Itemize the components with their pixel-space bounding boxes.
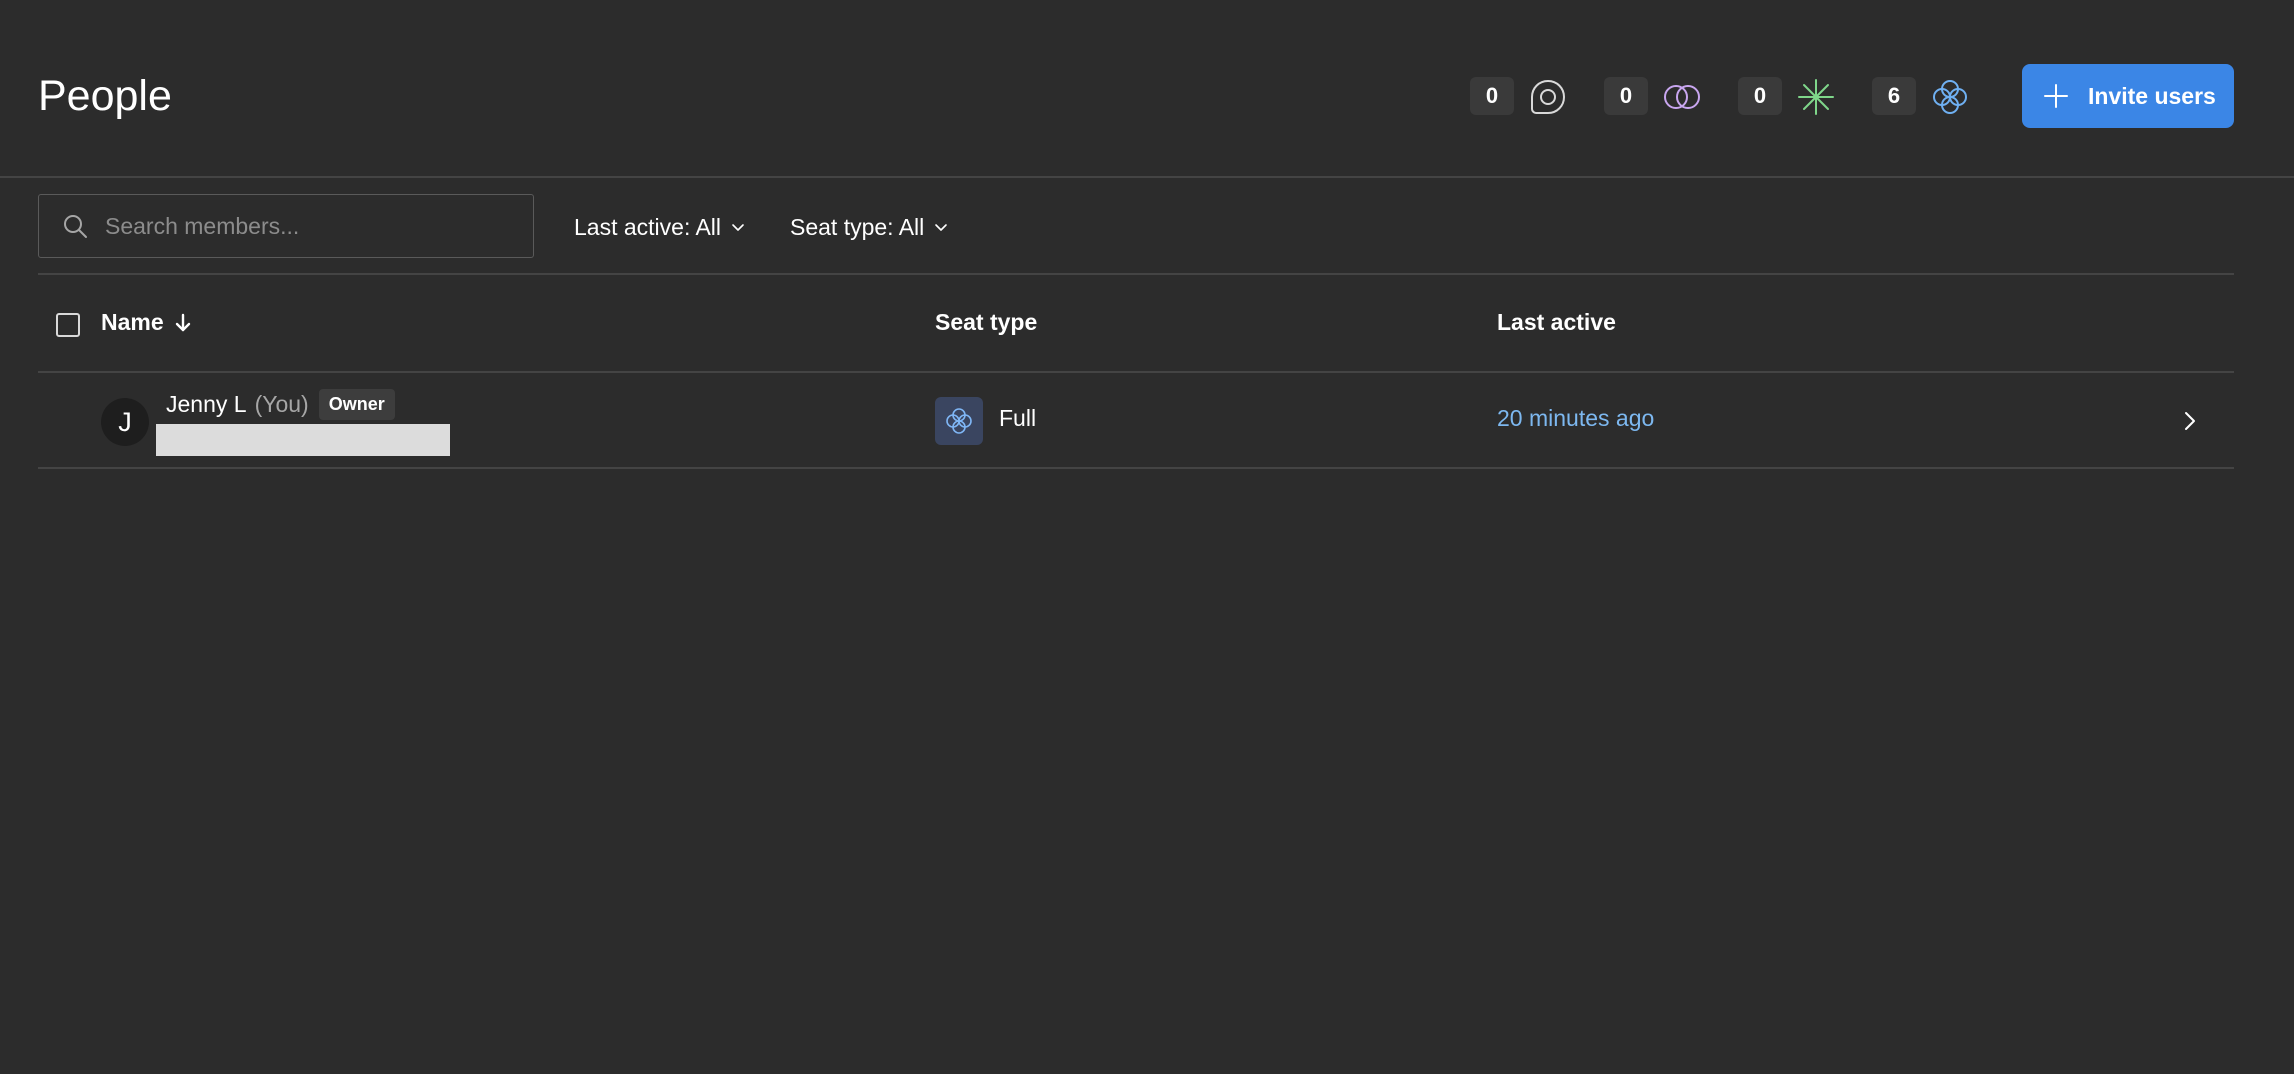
collab-seat-icon xyxy=(1661,76,1703,118)
last-active-column-label: Last active xyxy=(1497,309,1616,335)
collab-seat-count: 0 xyxy=(1604,77,1648,115)
last-active-filter[interactable]: Last active: All xyxy=(574,210,747,244)
dev-mode-seat-count: 0 xyxy=(1470,77,1514,115)
chevron-down-icon xyxy=(935,224,948,231)
seat-type-column-header[interactable]: Seat type xyxy=(935,309,1037,336)
last-active-value: 20 minutes ago xyxy=(1497,405,1655,431)
last-active-column-header[interactable]: Last active xyxy=(1497,309,1616,336)
dev-mode-icon xyxy=(1527,76,1569,118)
page-title: People xyxy=(38,72,172,120)
table-row[interactable]: J Jenny L (You) Owner Full 20 minutes ag… xyxy=(38,373,2234,469)
filter-toolbar: Last active: All Seat type: All xyxy=(38,178,2234,275)
full-seat-icon xyxy=(935,397,983,445)
avatar: J xyxy=(101,398,149,446)
invite-users-button[interactable]: Invite users xyxy=(2022,64,2234,128)
full-seat-count: 6 xyxy=(1872,77,1916,115)
page-header: People 0 0 0 6 Invite users xyxy=(0,0,2294,178)
full-seat-icon xyxy=(1929,76,1971,118)
name-column-header[interactable]: Name xyxy=(101,309,194,336)
table-header: Name Seat type Last active xyxy=(38,275,2234,373)
member-name: Jenny L xyxy=(166,390,247,417)
plus-icon xyxy=(2044,84,2068,108)
seat-type-filter[interactable]: Seat type: All xyxy=(790,210,950,244)
dev-seat-count: 0 xyxy=(1738,77,1782,115)
search-input[interactable] xyxy=(105,212,505,240)
arrow-down-icon xyxy=(175,313,190,331)
you-tag: (You) xyxy=(254,390,309,417)
chevron-right-icon[interactable] xyxy=(2176,407,2204,435)
search-box[interactable] xyxy=(38,194,534,258)
last-active-filter-label: Last active: All xyxy=(574,213,722,240)
chevron-down-icon xyxy=(732,224,744,231)
redacted-email xyxy=(156,424,450,456)
seat-type-filter-label: Seat type: All xyxy=(790,213,925,240)
seat-type-value: Full xyxy=(999,405,1037,431)
invite-users-label: Invite users xyxy=(2088,82,2216,109)
name-column-label: Name xyxy=(101,309,164,335)
dev-seat-icon xyxy=(1795,76,1837,118)
seat-type-column-label: Seat type xyxy=(935,309,1038,335)
search-icon xyxy=(64,215,87,238)
member-name-line: Jenny L (You) Owner xyxy=(166,387,395,421)
select-all-checkbox[interactable] xyxy=(56,313,80,337)
role-badge: Owner xyxy=(318,388,395,420)
